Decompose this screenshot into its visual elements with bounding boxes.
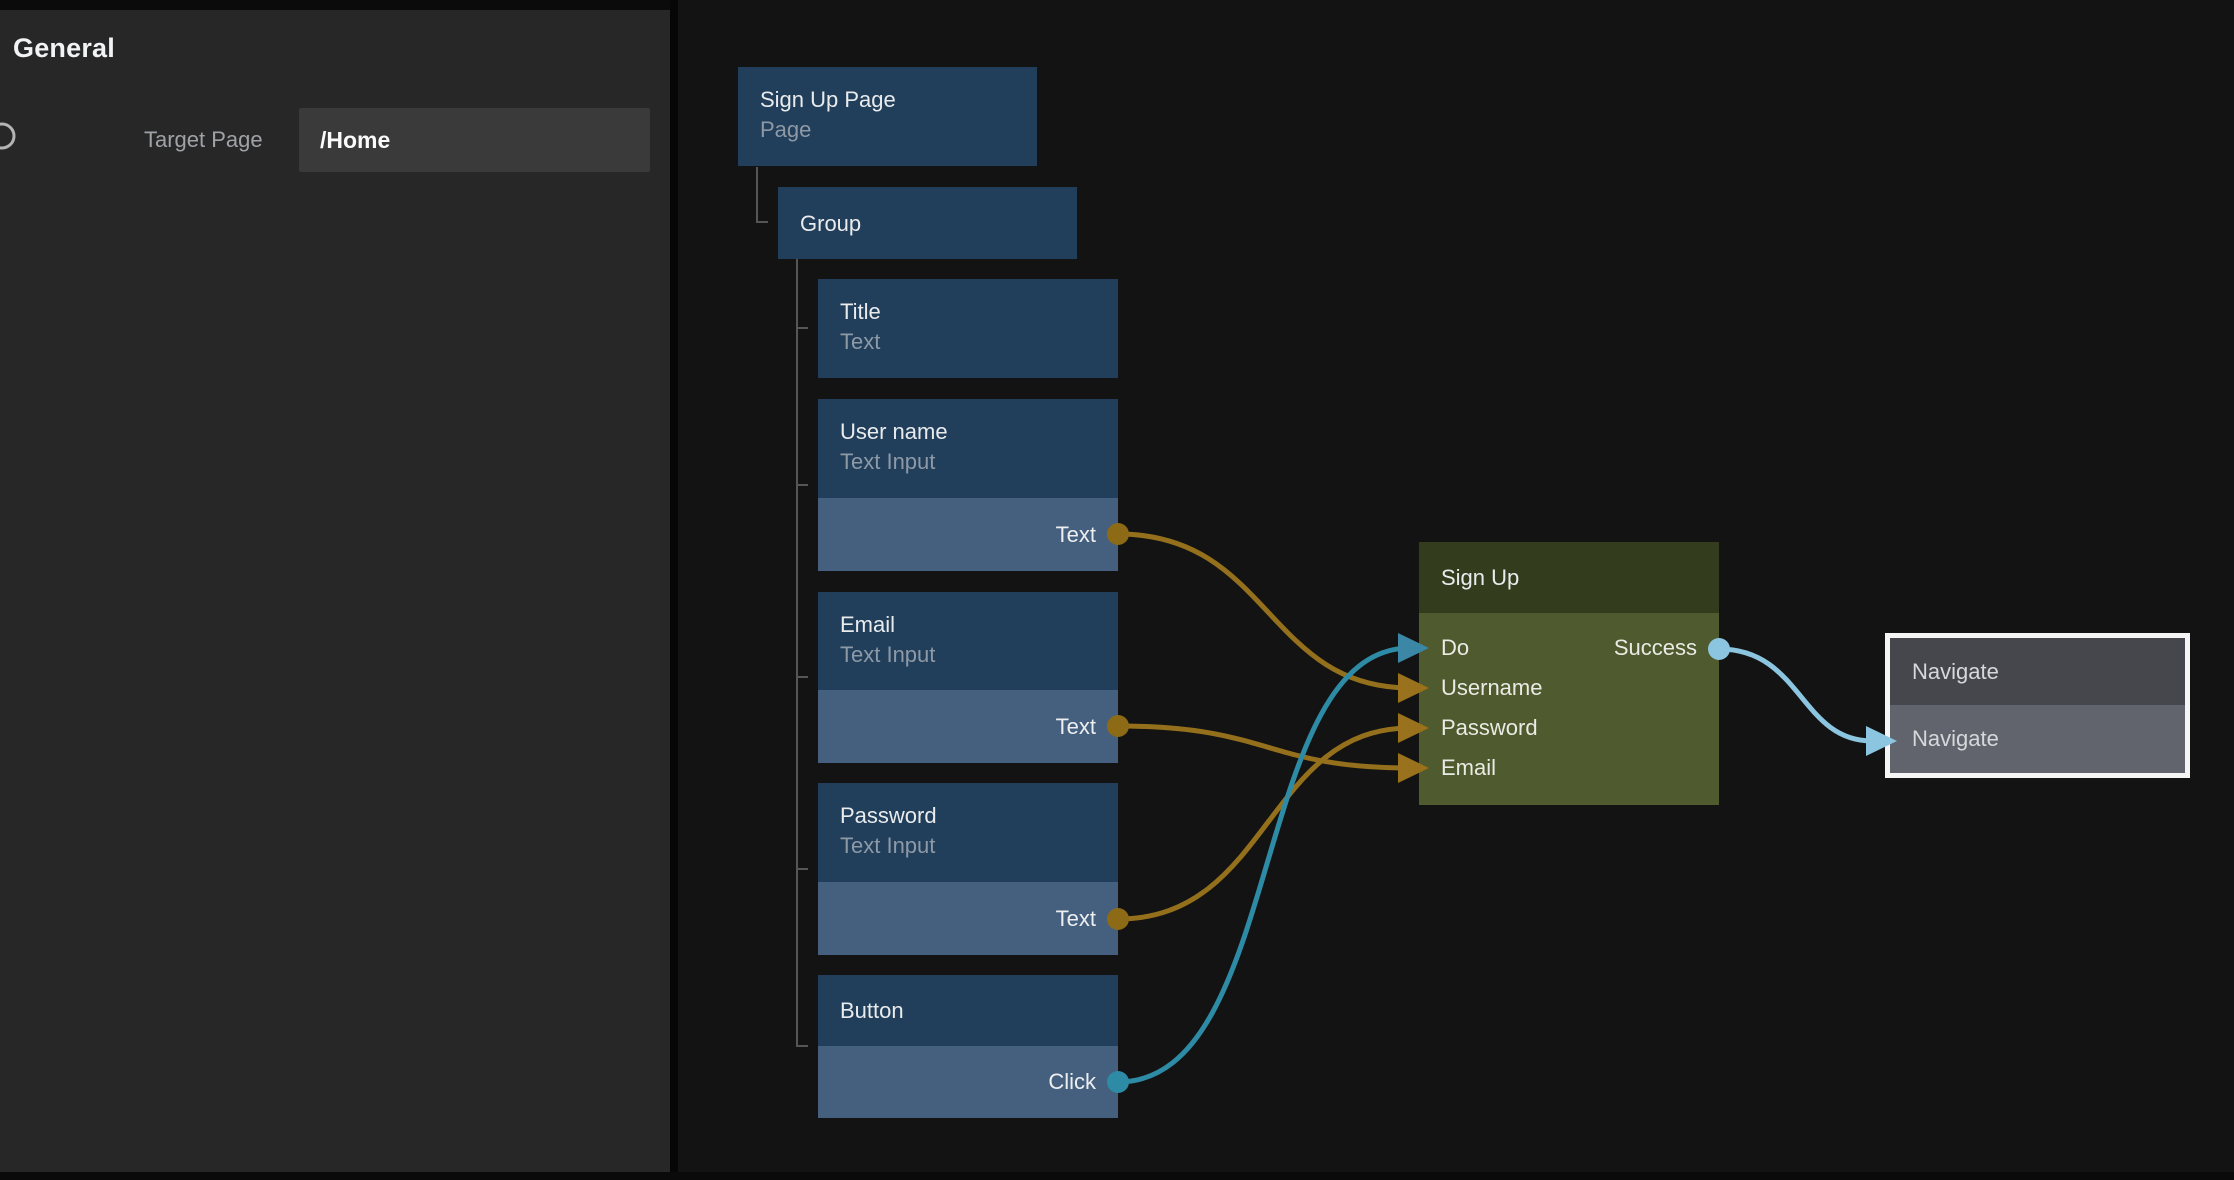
- port-label: Text: [1056, 714, 1096, 740]
- output-port-text[interactable]: Text: [818, 690, 1118, 763]
- node-button[interactable]: Button Click: [818, 975, 1118, 1118]
- properties-panel: General Target Page /Home: [0, 0, 670, 1180]
- node-subtitle: Text Input: [840, 447, 1096, 477]
- output-port-text[interactable]: Text: [818, 882, 1118, 955]
- node-subtitle: Page: [760, 115, 1015, 145]
- flow-canvas[interactable]: Sign Up Page Page Group Title Text User …: [678, 0, 2234, 1180]
- node-group[interactable]: Group: [778, 187, 1077, 259]
- input-port-email[interactable]: Email: [1441, 755, 1496, 781]
- node-title: Navigate: [1912, 659, 1999, 685]
- node-title: Sign Up Page: [760, 84, 1015, 115]
- window-bottom-edge: [0, 1172, 2234, 1180]
- panel-section-title: General: [13, 33, 115, 64]
- input-port-do[interactable]: Do: [1441, 635, 1469, 661]
- port-label: Text: [1056, 906, 1096, 932]
- node-title: Group: [800, 208, 861, 239]
- node-email-input[interactable]: Email Text Input Text: [818, 592, 1118, 763]
- target-page-label: Target Page: [144, 127, 263, 153]
- input-port-navigate[interactable]: Navigate: [1890, 705, 2185, 773]
- node-title: Title: [840, 296, 1096, 327]
- node-title-text[interactable]: Title Text: [818, 279, 1118, 378]
- port-label: Click: [1048, 1069, 1096, 1095]
- node-sign-up-page[interactable]: Sign Up Page Page: [738, 67, 1037, 166]
- port-label: Text: [1056, 522, 1096, 548]
- target-page-input[interactable]: /Home: [299, 108, 650, 172]
- output-port-text[interactable]: Text: [818, 498, 1118, 571]
- node-title: Email: [840, 609, 1096, 640]
- panel-top-edge: [0, 0, 670, 10]
- radio-icon[interactable]: [0, 121, 22, 153]
- port-label: Navigate: [1912, 726, 1999, 752]
- flow-editor-window: { "panel": { "title": "General", "target…: [0, 0, 2234, 1180]
- input-port-username[interactable]: Username: [1441, 675, 1542, 701]
- node-navigate[interactable]: Navigate Navigate: [1885, 633, 2190, 778]
- node-sign-up-action[interactable]: Sign Up Do Success Username Password Ema…: [1419, 542, 1719, 805]
- node-title: Sign Up: [1441, 562, 1519, 593]
- node-subtitle: Text Input: [840, 640, 1096, 670]
- panel-divider: [670, 0, 678, 1180]
- node-subtitle: Text Input: [840, 831, 1096, 861]
- node-password-input[interactable]: Password Text Input Text: [818, 783, 1118, 955]
- output-port-success[interactable]: Success: [1614, 635, 1697, 661]
- node-subtitle: Text: [840, 327, 1096, 357]
- output-port-click[interactable]: Click: [818, 1046, 1118, 1118]
- input-port-password[interactable]: Password: [1441, 715, 1538, 741]
- node-title: User name: [840, 416, 1096, 447]
- node-title: Button: [840, 995, 904, 1026]
- node-username-input[interactable]: User name Text Input Text: [818, 399, 1118, 571]
- node-title: Password: [840, 800, 1096, 831]
